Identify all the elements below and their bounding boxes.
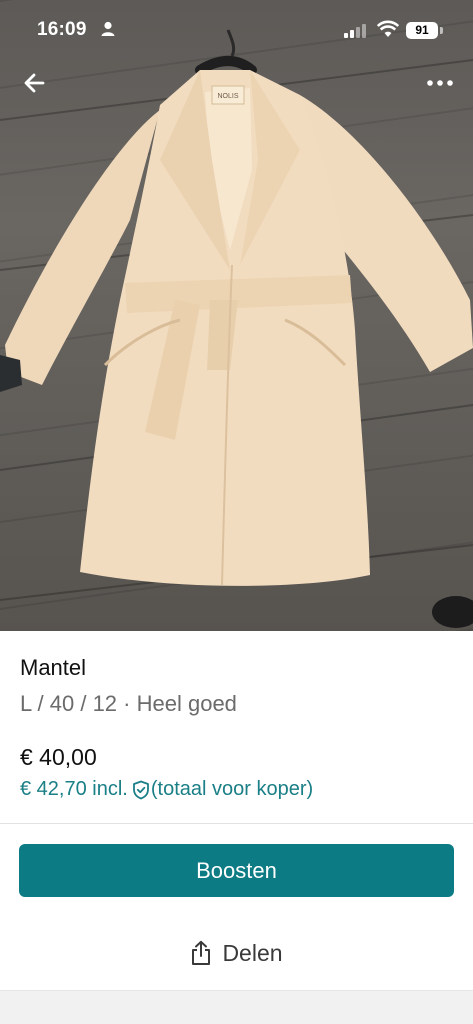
price-incl-link[interactable]: € 42,70 incl. (totaal voor koper) (20, 778, 313, 801)
battery-tip (440, 27, 443, 34)
price-incl-note: (totaal voor koper) (150, 778, 314, 800)
status-bar: 16:09 91 (0, 0, 473, 62)
signal-icon (344, 24, 366, 38)
battery-indicator: 91 (406, 22, 438, 39)
item-price: € 40,00 (20, 744, 97, 770)
back-button[interactable] (18, 66, 52, 100)
coat-label-text: NOLIS (217, 93, 238, 100)
item-title: Mantel (20, 655, 87, 680)
share-button[interactable]: Delen (0, 930, 473, 976)
bottom-bar (0, 990, 473, 1024)
share-label: Delen (222, 939, 283, 966)
more-options-button[interactable] (420, 66, 460, 100)
arrow-left-icon (24, 73, 45, 93)
share-icon (192, 940, 211, 965)
coat-photo-illustration: NOLIS (0, 29, 473, 628)
subtitle-separator: · (117, 691, 137, 716)
item-size: L / 40 / 12 (20, 691, 118, 716)
shield-check-icon (132, 780, 149, 799)
person-icon (101, 21, 115, 36)
boost-button[interactable]: Boosten (19, 844, 454, 897)
item-subtitle: L / 40 / 12 · Heel goed (20, 691, 237, 717)
status-time: 16:09 (37, 19, 87, 40)
item-photo[interactable]: NOLIS 16:09 91 (0, 0, 473, 631)
price-incl-amount: € 42,70 incl. (20, 778, 128, 800)
more-dots-icon (427, 80, 453, 86)
wifi-icon (377, 20, 399, 37)
item-condition: Heel goed (136, 691, 237, 716)
divider (0, 823, 473, 824)
